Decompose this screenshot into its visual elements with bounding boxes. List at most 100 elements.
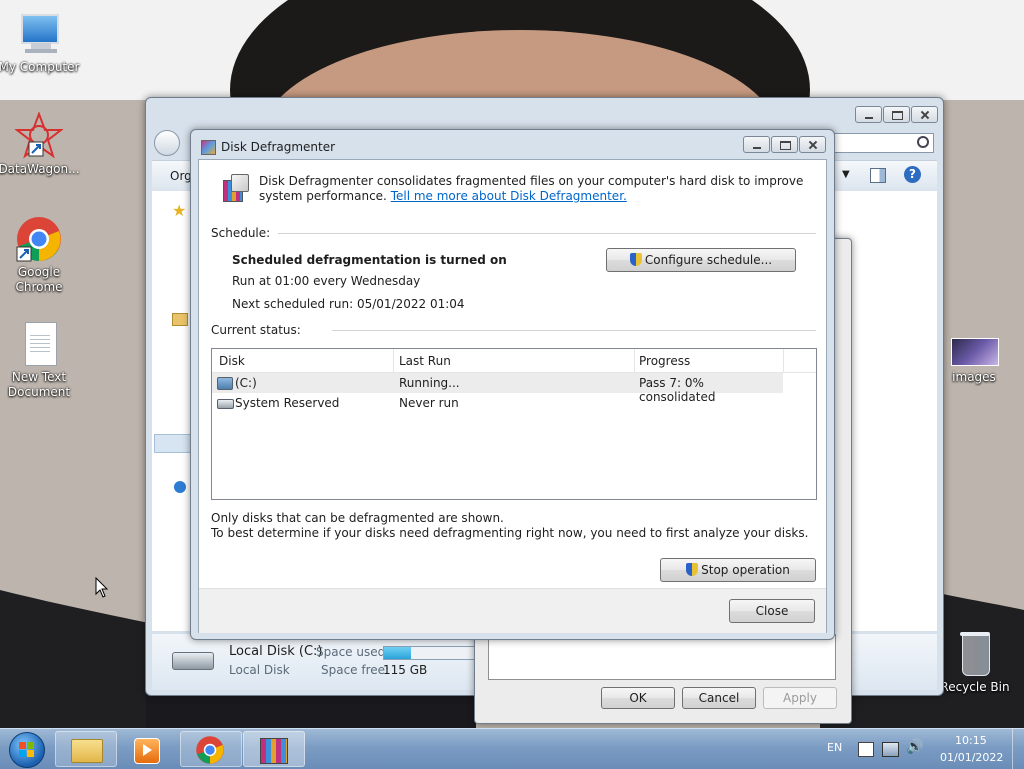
taskbar: EN 🔊 10:15 01/01/2022 xyxy=(0,728,1024,769)
recycle-bin-icon xyxy=(951,630,999,678)
note-analyze: To best determine if your disks need def… xyxy=(211,526,809,540)
ok-button[interactable]: OK xyxy=(601,687,675,709)
explorer-caption-buttons xyxy=(855,106,938,123)
disk-row-selected[interactable]: (C:) Running... Pass 7: 0% consolidated xyxy=(212,373,783,404)
view-options-icon[interactable]: ▼ xyxy=(842,169,850,180)
minimize-button[interactable] xyxy=(855,106,882,123)
volume-icon[interactable]: 🔊 xyxy=(906,739,923,755)
favorites-star-icon[interactable]: ★ xyxy=(172,201,186,220)
column-header-disk[interactable]: Disk xyxy=(219,354,245,368)
close-button[interactable] xyxy=(799,136,826,153)
schedule-run-at: Run at 01:00 every Wednesday xyxy=(232,274,421,288)
column-divider xyxy=(393,349,394,372)
libraries-icon[interactable] xyxy=(172,313,188,326)
close-button[interactable] xyxy=(911,106,938,123)
explorer-search-box[interactable] xyxy=(832,133,934,153)
disk-defragmenter-window[interactable]: Disk Defragmenter Disk Defragmenter cons… xyxy=(190,129,835,640)
uac-shield-icon xyxy=(629,253,642,266)
action-center-icon[interactable] xyxy=(858,742,874,757)
schedule-label: Schedule: xyxy=(211,226,271,240)
hard-disk-icon xyxy=(217,377,233,390)
learn-more-link[interactable]: Tell me more about Disk Defragmenter. xyxy=(391,189,627,203)
desktop-icon-my-computer[interactable]: My Computer xyxy=(0,10,81,75)
drive-type: Local Disk xyxy=(229,663,290,677)
datawagon-icon xyxy=(14,111,64,160)
desktop-icon-datawagon[interactable]: DataWagon... xyxy=(0,111,81,177)
disk-name: System Reserved xyxy=(235,396,340,410)
schedule-next-run: Next scheduled run: 05/01/2022 01:04 xyxy=(232,297,465,311)
disk-last-run: Running... xyxy=(399,376,460,390)
window-title: Disk Defragmenter xyxy=(221,140,336,154)
local-disk-icon xyxy=(172,652,214,670)
network-icon[interactable] xyxy=(174,481,186,493)
search-icon xyxy=(917,136,929,148)
defrag-footer: Close xyxy=(199,588,826,633)
note-only-defraggable: Only disks that can be defragmented are … xyxy=(211,511,504,525)
column-header-progress[interactable]: Progress xyxy=(639,354,690,368)
language-indicator[interactable]: EN xyxy=(827,741,842,754)
schedule-divider xyxy=(278,233,816,234)
defrag-icon xyxy=(260,738,288,764)
desktop-icon-new-text-document[interactable]: New Text Document xyxy=(0,320,81,400)
chrome-icon xyxy=(15,215,63,263)
help-icon[interactable]: ? xyxy=(904,166,921,183)
computer-icon xyxy=(15,10,63,58)
disk-list-header: Disk Last Run Progress xyxy=(212,349,816,373)
start-button[interactable] xyxy=(5,731,47,768)
configure-schedule-label: Configure schedule... xyxy=(644,253,773,267)
space-free-value: 115 GB xyxy=(383,663,428,677)
drive-icon xyxy=(217,399,234,409)
space-used-fill xyxy=(384,647,411,659)
clock-time[interactable]: 10:15 xyxy=(955,734,987,747)
stop-operation-label: Stop operation xyxy=(701,563,790,577)
desktop-icon-images[interactable]: images xyxy=(932,338,1016,385)
defrag-app-icon xyxy=(221,174,249,202)
image-file-icon xyxy=(950,338,999,368)
taskbar-disk-defragmenter[interactable] xyxy=(243,731,305,767)
maximize-button[interactable] xyxy=(883,106,910,123)
column-divider xyxy=(634,349,635,372)
desktop-icon-recycle-bin[interactable]: Recycle Bin xyxy=(933,630,1017,695)
clock-date[interactable]: 01/01/2022 xyxy=(940,751,1003,764)
organize-menu[interactable]: Org xyxy=(170,169,192,183)
computer-nav-icon[interactable] xyxy=(154,434,194,453)
back-button[interactable] xyxy=(154,130,180,156)
current-status-label: Current status: xyxy=(211,323,301,337)
folder-icon xyxy=(71,739,103,763)
apply-button[interactable]: Apply xyxy=(763,687,837,709)
desktop-icon-label: Google Chrome xyxy=(15,265,63,294)
desktop-icon-google-chrome[interactable]: Google Chrome xyxy=(0,215,81,295)
current-status-divider xyxy=(332,330,816,331)
maximize-button[interactable] xyxy=(771,136,798,153)
windows-logo-icon xyxy=(9,732,45,768)
uac-shield-icon xyxy=(686,563,699,576)
configure-schedule-button[interactable]: Configure schedule... xyxy=(606,248,796,272)
network-status-icon[interactable] xyxy=(882,742,899,757)
cancel-button[interactable]: Cancel xyxy=(682,687,756,709)
column-header-last-run[interactable]: Last Run xyxy=(399,354,451,368)
properties-tab-panel xyxy=(488,634,836,680)
close-dialog-button[interactable]: Close xyxy=(729,599,815,623)
defrag-client-area: Disk Defragmenter consolidates fragmente… xyxy=(198,159,827,633)
taskbar-google-chrome[interactable] xyxy=(180,731,242,767)
defrag-caption-buttons xyxy=(743,136,826,153)
show-desktop-button[interactable] xyxy=(1012,729,1024,769)
space-used-label: Space used: xyxy=(316,645,390,659)
chrome-icon xyxy=(196,736,224,764)
defrag-title-icon xyxy=(201,140,216,155)
column-divider xyxy=(783,349,784,372)
navigation-pane: ★ xyxy=(152,191,194,631)
stop-operation-button[interactable]: Stop operation xyxy=(660,558,816,582)
drive-name: Local Disk (C:) xyxy=(229,644,323,659)
preview-pane-icon[interactable] xyxy=(870,168,886,183)
taskbar-media-player[interactable] xyxy=(117,731,179,767)
taskbar-windows-explorer[interactable] xyxy=(55,731,117,767)
schedule-status: Scheduled defragmentation is turned on xyxy=(232,253,507,267)
disk-name: (C:) xyxy=(235,376,257,390)
space-free-label: Space free: xyxy=(321,663,390,677)
disk-list[interactable]: Disk Last Run Progress (C:) Running... P… xyxy=(211,348,817,500)
disk-row[interactable]: System Reserved Never run xyxy=(212,393,783,413)
minimize-button[interactable] xyxy=(743,136,770,153)
intro-text: Disk Defragmenter consolidates fragmente… xyxy=(259,174,809,204)
mouse-cursor-icon xyxy=(95,577,109,598)
